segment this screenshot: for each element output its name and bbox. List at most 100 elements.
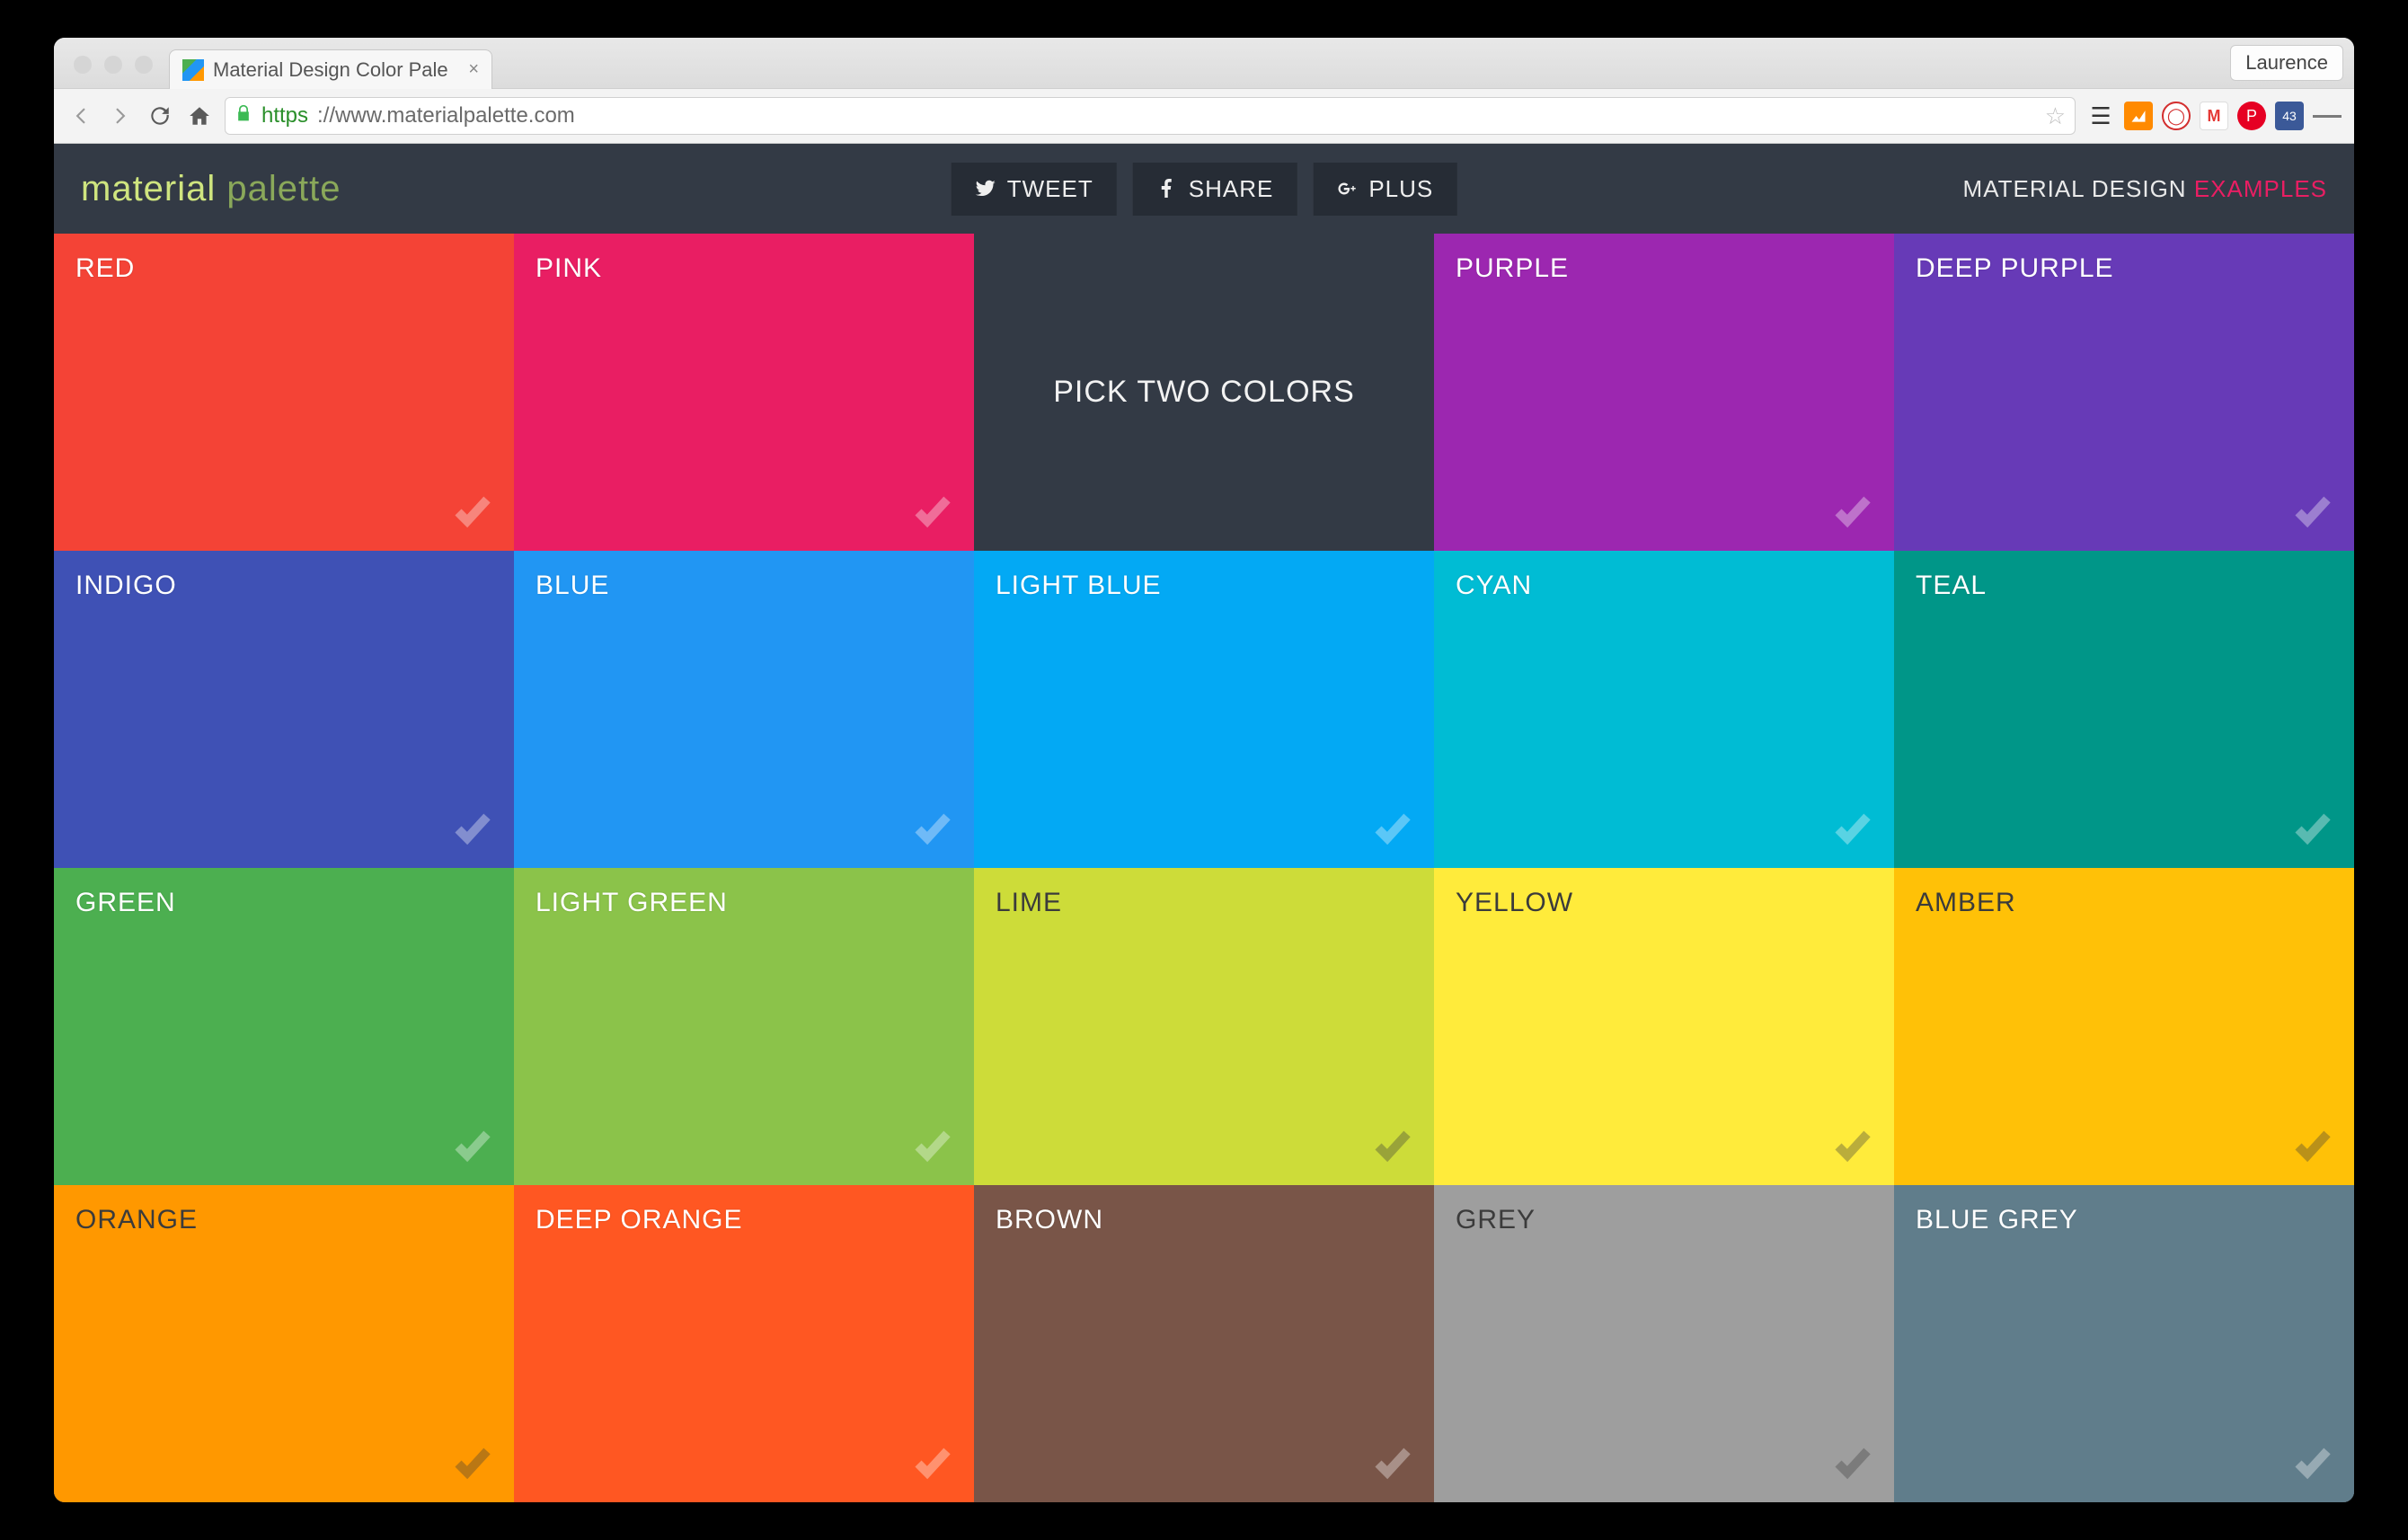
- home-button[interactable]: [185, 102, 214, 130]
- check-icon: [451, 489, 494, 536]
- swatch-label: DEEP PURPLE: [1916, 253, 2333, 284]
- swatch-light-green[interactable]: LIGHT GREEN: [514, 868, 974, 1185]
- gmail-extension-icon[interactable]: M: [2200, 102, 2228, 130]
- swatch-pink[interactable]: PINK: [514, 234, 974, 551]
- check-icon: [1371, 1123, 1414, 1171]
- swatch-deep-orange[interactable]: DEEP ORANGE: [514, 1185, 974, 1502]
- examples-link[interactable]: EXAMPLES: [2194, 175, 2327, 202]
- check-icon: [2291, 489, 2334, 536]
- analytics-extension-icon[interactable]: [2124, 102, 2153, 130]
- plus-button[interactable]: PLUS: [1313, 163, 1456, 216]
- share-buttons: TWEET SHARE PLUS: [952, 163, 1457, 216]
- tweet-button[interactable]: TWEET: [952, 163, 1117, 216]
- swatch-red[interactable]: RED: [54, 234, 514, 551]
- swatch-lime[interactable]: LIME: [974, 868, 1434, 1185]
- swatch-label: BROWN: [996, 1205, 1412, 1235]
- color-grid: REDPINKPICK TWO COLORSPURPLEDEEP PURPLEI…: [54, 234, 2354, 1502]
- back-button[interactable]: [66, 102, 95, 130]
- swatch-blue[interactable]: BLUE: [514, 551, 974, 868]
- browser-window: Material Design Color Pale × Laurence ht…: [54, 38, 2354, 1502]
- swatch-deep-purple[interactable]: DEEP PURPLE: [1894, 234, 2354, 551]
- swatch-amber[interactable]: AMBER: [1894, 868, 2354, 1185]
- profile-chip[interactable]: Laurence: [2230, 45, 2343, 81]
- address-bar[interactable]: https ://www.materialpalette.com ☆: [225, 97, 2076, 135]
- lock-icon: [235, 104, 252, 128]
- browser-tab[interactable]: Material Design Color Pale ×: [169, 49, 492, 89]
- check-icon: [911, 806, 954, 854]
- swatch-teal[interactable]: TEAL: [1894, 551, 2354, 868]
- swatch-label: RED: [75, 253, 492, 284]
- swatch-purple[interactable]: PURPLE: [1434, 234, 1894, 551]
- profile-name: Laurence: [2245, 51, 2328, 74]
- share-button[interactable]: SHARE: [1133, 163, 1297, 216]
- swatch-label: PURPLE: [1456, 253, 1872, 284]
- swatch-label: INDIGO: [75, 571, 492, 601]
- buffer-extension-icon[interactable]: ☰: [2086, 102, 2115, 130]
- material-design-link[interactable]: MATERIAL DESIGN: [1963, 175, 2187, 202]
- url-rest: ://www.materialpalette.com: [317, 103, 575, 128]
- pinterest-extension-icon[interactable]: P: [2237, 102, 2266, 130]
- swatch-indigo[interactable]: INDIGO: [54, 551, 514, 868]
- check-icon: [451, 806, 494, 854]
- check-icon: [911, 489, 954, 536]
- swatch-light-blue[interactable]: LIGHT BLUE: [974, 551, 1434, 868]
- forward-button[interactable]: [106, 102, 135, 130]
- gplus-icon: [1336, 178, 1358, 199]
- tweet-label: TWEET: [1007, 175, 1093, 203]
- check-icon: [911, 1440, 954, 1488]
- tab-close-icon[interactable]: ×: [468, 59, 479, 80]
- reload-button[interactable]: [146, 102, 174, 130]
- swatch-label: PINK: [536, 253, 952, 284]
- swatch-label: DEEP ORANGE: [536, 1205, 952, 1235]
- swatch-label: GREEN: [75, 888, 492, 918]
- check-icon: [2291, 1123, 2334, 1171]
- ublock-extension-icon[interactable]: ◯: [2162, 102, 2191, 130]
- favicon-icon: [182, 59, 204, 81]
- swatch-label: LIGHT BLUE: [996, 571, 1412, 601]
- swatch-label: ORANGE: [75, 1205, 492, 1235]
- browser-menu-button[interactable]: [2313, 102, 2342, 130]
- window-zoom-icon[interactable]: [135, 56, 153, 74]
- url-scheme: https: [261, 103, 308, 128]
- calendar-badge: 43: [2282, 109, 2297, 123]
- logo-word1: material: [81, 169, 216, 208]
- check-icon: [1831, 1123, 1874, 1171]
- swatch-yellow[interactable]: YELLOW: [1434, 868, 1894, 1185]
- window-minimize-icon[interactable]: [104, 56, 122, 74]
- swatch-label: BLUE: [536, 571, 952, 601]
- header-links: MATERIAL DESIGN EXAMPLES: [1963, 175, 2327, 203]
- plus-label: PLUS: [1368, 175, 1433, 203]
- logo[interactable]: material palette: [81, 169, 341, 209]
- check-icon: [451, 1123, 494, 1171]
- check-icon: [1831, 806, 1874, 854]
- check-icon: [1371, 1440, 1414, 1488]
- window-close-icon[interactable]: [74, 56, 92, 74]
- swatch-label: TEAL: [1916, 571, 2333, 601]
- swatch-cyan[interactable]: CYAN: [1434, 551, 1894, 868]
- check-icon: [2291, 1440, 2334, 1488]
- window-traffic-lights[interactable]: [74, 56, 153, 74]
- check-icon: [451, 1440, 494, 1488]
- calendar-extension-icon[interactable]: 43: [2275, 102, 2304, 130]
- swatch-blue-grey[interactable]: BLUE GREY: [1894, 1185, 2354, 1502]
- app-root: material palette TWEET SHARE PLUS MATER: [54, 144, 2354, 1502]
- tab-title: Material Design Color Pale: [213, 58, 448, 82]
- check-icon: [1831, 489, 1874, 536]
- tab-strip: Material Design Color Pale × Laurence: [54, 38, 2354, 88]
- swatch-label: AMBER: [1916, 888, 2333, 918]
- extension-icons: ☰ ◯ M P 43: [2086, 102, 2342, 130]
- swatch-orange[interactable]: ORANGE: [54, 1185, 514, 1502]
- swatch-grey[interactable]: GREY: [1434, 1185, 1894, 1502]
- swatch-green[interactable]: GREEN: [54, 868, 514, 1185]
- swatch-label: GREY: [1456, 1205, 1872, 1235]
- check-icon: [1831, 1440, 1874, 1488]
- swatch-brown[interactable]: BROWN: [974, 1185, 1434, 1502]
- logo-word2: palette: [226, 169, 341, 208]
- twitter-icon: [975, 178, 996, 199]
- swatch-label: CYAN: [1456, 571, 1872, 601]
- swatch-label: YELLOW: [1456, 888, 1872, 918]
- bookmark-star-icon[interactable]: ☆: [2045, 102, 2066, 130]
- share-label: SHARE: [1189, 175, 1274, 203]
- swatch-label: BLUE GREY: [1916, 1205, 2333, 1235]
- swatch-label: LIME: [996, 888, 1412, 918]
